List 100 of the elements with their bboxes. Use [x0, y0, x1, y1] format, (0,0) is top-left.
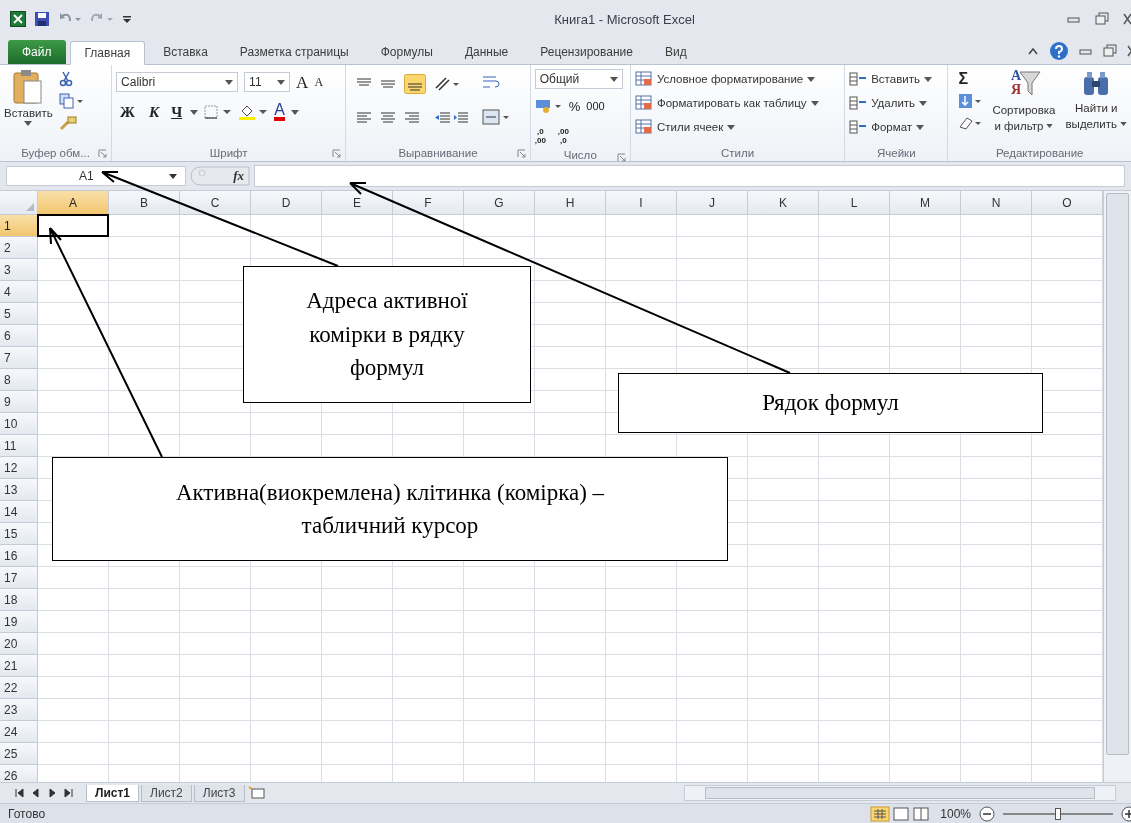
column-header[interactable]: D — [251, 191, 322, 215]
ribbon-tab[interactable]: Вставка — [149, 40, 222, 64]
shrink-font-button[interactable]: A — [314, 76, 324, 88]
sheet-tab[interactable]: Лист2 — [141, 784, 192, 802]
column-header[interactable]: A — [38, 191, 109, 215]
borders-icon[interactable] — [204, 105, 233, 119]
align-center-icon[interactable] — [380, 112, 397, 124]
minimize-icon[interactable] — [1067, 14, 1081, 24]
close-icon[interactable] — [1123, 12, 1131, 26]
currency-icon[interactable] — [534, 98, 563, 114]
row-header[interactable]: 26 — [0, 765, 38, 782]
column-header[interactable]: O — [1032, 191, 1103, 215]
increase-decimal-button[interactable]: ,0 ,00 — [534, 127, 546, 145]
active-cell[interactable] — [37, 214, 109, 237]
column-header[interactable]: H — [535, 191, 606, 215]
zoom-out-icon[interactable] — [979, 805, 995, 822]
font-name-dropdown[interactable]: Calibri — [116, 72, 239, 92]
file-tab[interactable]: Файл — [8, 40, 66, 64]
row-header[interactable]: 3 — [0, 259, 38, 281]
row-header[interactable]: 15 — [0, 523, 38, 545]
row-header[interactable]: 16 — [0, 545, 38, 567]
column-header[interactable]: J — [677, 191, 748, 215]
row-header[interactable]: 21 — [0, 655, 38, 677]
sheet-tab[interactable]: Лист3 — [193, 784, 245, 802]
collapse-ribbon-icon[interactable] — [1027, 46, 1039, 56]
zoom-in-icon[interactable] — [1121, 805, 1131, 822]
percent-button[interactable]: % — [568, 99, 581, 113]
align-right-icon[interactable] — [404, 112, 421, 124]
sort-filter-button[interactable]: А Я Сортировка и фильтр — [992, 69, 1056, 145]
zoom-level[interactable]: 100% — [940, 806, 971, 821]
row-header[interactable]: 9 — [0, 391, 38, 413]
column-header[interactable]: G — [464, 191, 535, 215]
ribbon-tab[interactable]: Главная — [69, 41, 146, 65]
text-orientation-icon[interactable] — [434, 76, 461, 92]
column-header[interactable]: I — [606, 191, 677, 215]
insert-function-button[interactable]: fx — [233, 168, 244, 184]
scrollbar-thumb[interactable] — [705, 787, 1095, 799]
grow-font-button[interactable]: A — [296, 73, 309, 91]
row-header[interactable]: 25 — [0, 743, 38, 765]
find-select-button[interactable]: Найти и выделить — [1065, 69, 1127, 145]
align-left-icon[interactable] — [356, 112, 373, 124]
cells-menu-button[interactable]: Формат — [849, 117, 944, 137]
column-header[interactable]: E — [322, 191, 393, 215]
ribbon-tab[interactable]: Данные — [450, 40, 523, 64]
row-header[interactable]: 24 — [0, 721, 38, 743]
row-header[interactable]: 5 — [0, 303, 38, 325]
align-bottom-icon[interactable] — [404, 74, 427, 94]
row-header[interactable]: 12 — [0, 457, 38, 479]
row-header[interactable]: 2 — [0, 237, 38, 259]
column-header[interactable]: M — [890, 191, 961, 215]
minimize-icon[interactable] — [1079, 46, 1093, 56]
align-middle-icon[interactable] — [380, 78, 397, 90]
row-header[interactable]: 17 — [0, 567, 38, 589]
dropdown-arrow-icon[interactable] — [190, 109, 199, 115]
restore-icon[interactable] — [1103, 44, 1117, 58]
ribbon-tab[interactable]: Формулы — [366, 40, 447, 64]
font-size-dropdown[interactable]: 11 — [244, 72, 291, 92]
paste-button[interactable]: Вставить — [4, 69, 53, 145]
row-header[interactable]: 22 — [0, 677, 38, 699]
eraser-icon[interactable] — [958, 115, 983, 131]
font-color-button[interactable]: A — [274, 103, 285, 121]
styles-menu-button[interactable]: Стили ячеек — [634, 117, 841, 137]
vertical-scrollbar[interactable] — [1103, 191, 1131, 782]
name-box[interactable]: A1 — [6, 166, 186, 186]
sheet-tab[interactable]: Лист1 — [86, 784, 140, 802]
indent-icons[interactable] — [434, 112, 471, 124]
fill-down-icon[interactable] — [958, 93, 983, 109]
column-header[interactable]: B — [109, 191, 180, 215]
restore-icon[interactable] — [1095, 12, 1109, 26]
dialog-launcher-icon[interactable] — [616, 153, 626, 162]
column-header[interactable]: L — [819, 191, 890, 215]
zoom-slider-thumb[interactable] — [1055, 807, 1061, 820]
cells-menu-button[interactable]: Удалить — [849, 93, 944, 113]
column-header[interactable]: N — [961, 191, 1032, 215]
scissors-icon[interactable] — [58, 71, 73, 87]
row-header[interactable]: 1 — [0, 215, 38, 237]
row-header[interactable]: 14 — [0, 501, 38, 523]
ribbon-tab[interactable]: Вид — [650, 40, 701, 64]
underline-button[interactable]: Ч — [169, 104, 185, 120]
column-header[interactable]: F — [393, 191, 464, 215]
dialog-launcher-icon[interactable] — [332, 149, 342, 158]
ribbon-tab[interactable]: Рецензирование — [526, 40, 647, 64]
row-header[interactable]: 20 — [0, 633, 38, 655]
row-header[interactable]: 19 — [0, 611, 38, 633]
scrollbar-thumb[interactable] — [1106, 193, 1129, 755]
fill-color-icon[interactable] — [238, 103, 269, 121]
dropdown-arrow-icon[interactable] — [290, 109, 299, 115]
horizontal-scrollbar[interactable] — [684, 785, 1116, 801]
row-header[interactable]: 10 — [0, 413, 38, 435]
row-header[interactable]: 4 — [0, 281, 38, 303]
row-header[interactable]: 23 — [0, 699, 38, 721]
merge-cells-icon[interactable] — [482, 109, 511, 125]
dialog-launcher-icon[interactable] — [516, 149, 526, 158]
copy-icon[interactable] — [58, 93, 83, 109]
styles-menu-button[interactable]: Условное форматирование — [634, 69, 841, 89]
italic-button[interactable]: К — [144, 104, 164, 120]
row-header[interactable]: 13 — [0, 479, 38, 501]
autosum-button[interactable]: Σ — [958, 71, 983, 87]
row-header[interactable]: 11 — [0, 435, 38, 457]
ribbon-tab[interactable]: Разметка страницы — [225, 40, 363, 64]
